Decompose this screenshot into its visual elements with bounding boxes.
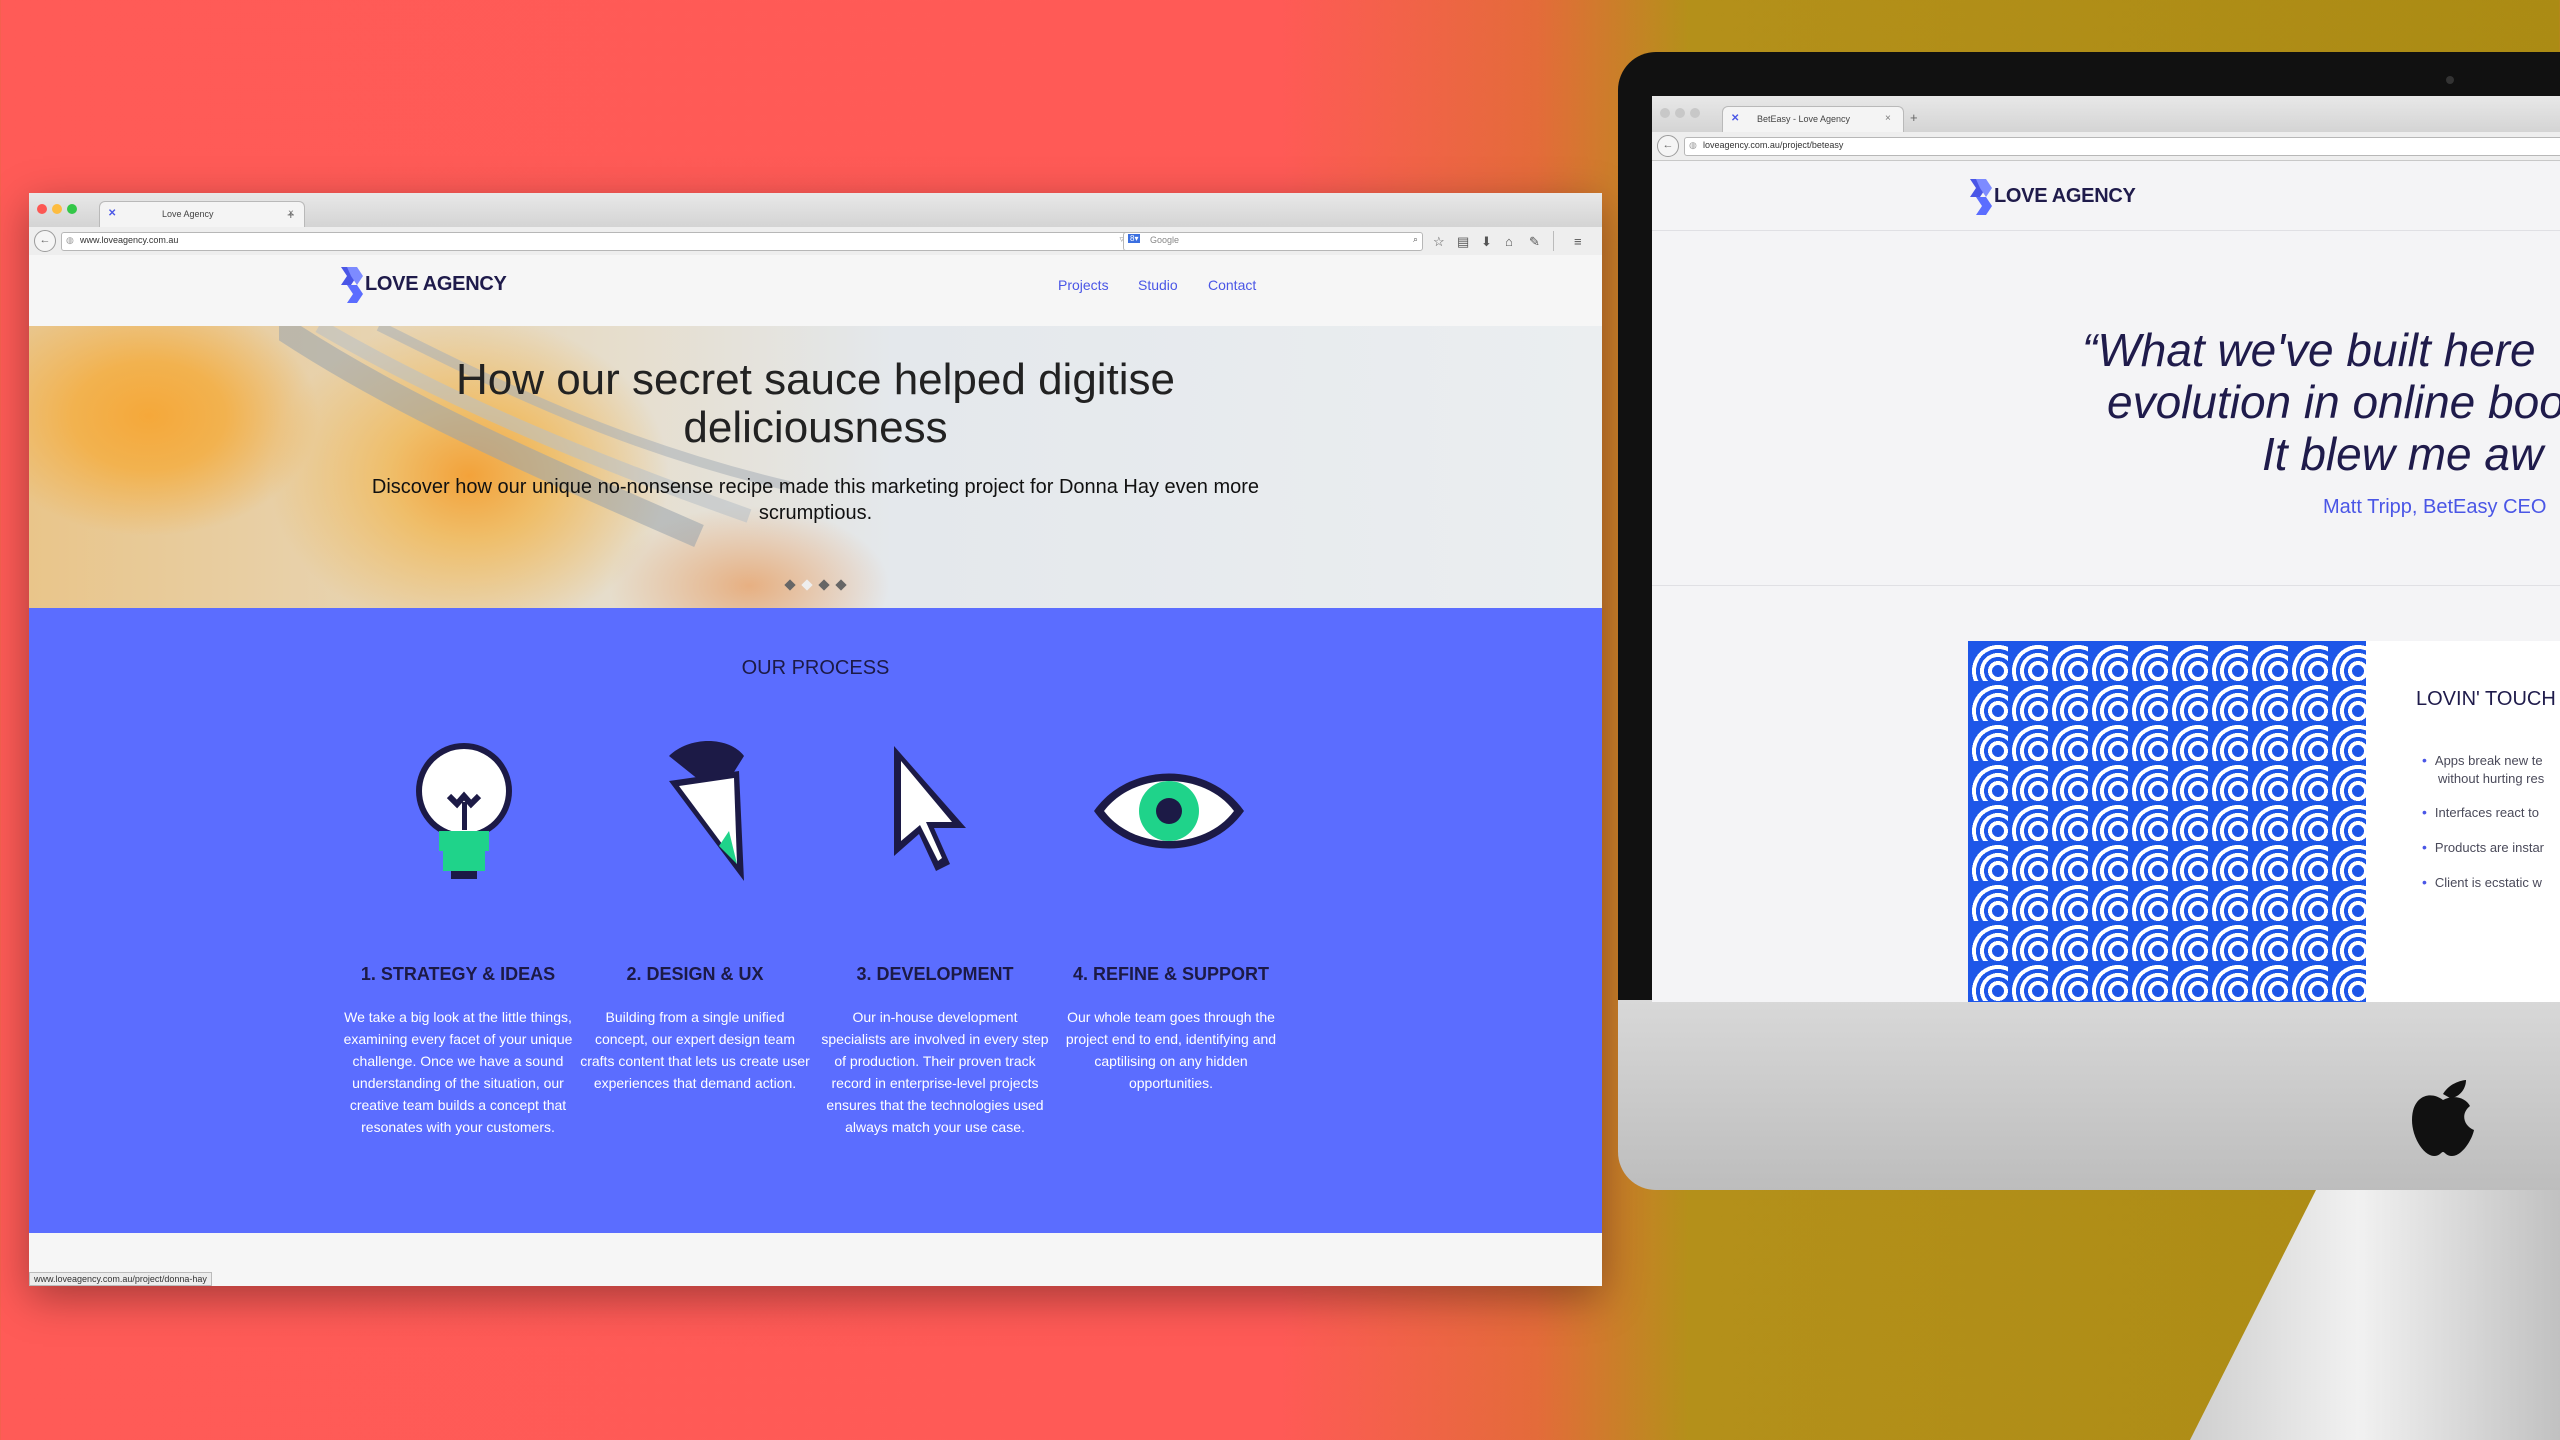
right-address-bar[interactable]: ◍ loveagency.com.au/project/beteasy bbox=[1684, 137, 2560, 156]
right-globe-icon: ◍ bbox=[1689, 140, 1697, 150]
right-tab-favicon-icon: ✕ bbox=[1731, 113, 1740, 124]
bullet-item: Interfaces react to bbox=[2422, 804, 2539, 820]
hero-banner: How our secret sauce helped digitise del… bbox=[29, 326, 1602, 608]
new-tab-button[interactable]: + bbox=[287, 207, 295, 222]
slide-dot-4[interactable] bbox=[835, 579, 847, 591]
home-icon[interactable]: ⌂ bbox=[1505, 234, 1513, 249]
globe-icon: ◍ bbox=[66, 235, 74, 245]
download-icon[interactable]: ⬇ bbox=[1481, 234, 1492, 250]
bookmarks-list-icon[interactable]: ▤ bbox=[1457, 234, 1469, 250]
right-url-text: loveagency.com.au/project/beteasy bbox=[1703, 140, 1844, 150]
maximize-window-button[interactable] bbox=[67, 204, 77, 214]
bullet-item: Products are instar bbox=[2422, 839, 2544, 855]
right-back-button[interactable]: ← bbox=[1657, 135, 1679, 157]
right-tab-close-icon[interactable]: × bbox=[1885, 113, 1891, 124]
slide-dot-2[interactable] bbox=[801, 579, 813, 591]
right-toolbar: ← ◍ loveagency.com.au/project/beteasy bbox=[1652, 132, 2560, 161]
bullet-item: Client is ecstatic w bbox=[2422, 874, 2542, 890]
status-bar-url: www.loveagency.com.au/project/donna-hay bbox=[29, 1272, 212, 1286]
nav-link-projects[interactable]: Projects bbox=[1058, 277, 1109, 293]
search-placeholder: Google bbox=[1150, 235, 1180, 245]
search-icon[interactable]: ⌕ bbox=[1413, 234, 1418, 245]
pattern-image bbox=[1968, 641, 2366, 1002]
paintbrush-icon bbox=[659, 736, 759, 891]
step-3-title: 3. DEVELOPMENT bbox=[856, 964, 1014, 984]
bullet-item-continued: without hurting res bbox=[2438, 771, 2545, 786]
eye-icon bbox=[1089, 756, 1249, 871]
search-engine-icon[interactable]: 8▾ bbox=[1128, 234, 1141, 243]
menu-icon[interactable]: ≡ bbox=[1574, 234, 1582, 249]
browser-tab[interactable]: ✕ Love Agency × bbox=[99, 201, 305, 228]
logo-mark-icon[interactable] bbox=[339, 267, 367, 303]
quote-author: Matt Tripp, BetEasy CEO bbox=[2323, 496, 2547, 518]
bookmark-star-icon[interactable]: ☆ bbox=[1433, 234, 1445, 250]
section-title: LOVIN' TOUCH bbox=[2416, 688, 2556, 710]
hero-subtitle: Discover how our unique no-nonsense reci… bbox=[371, 476, 1260, 524]
minimize-window-button[interactable] bbox=[52, 204, 62, 214]
nav-link-studio[interactable]: Studio bbox=[1138, 277, 1178, 293]
right-browser-tab[interactable]: ✕ BetEasy - Love Agency × bbox=[1722, 106, 1904, 133]
address-bar[interactable]: ◍ www.loveagency.com.au ▿ ↻ bbox=[61, 232, 1145, 251]
camera-icon bbox=[2446, 76, 2454, 84]
step-3-text: Our in-house development specialists are… bbox=[821, 1009, 1049, 1135]
bullet-item: Apps break new te bbox=[2422, 752, 2543, 768]
hero-title: How our secret sauce helped digitise del… bbox=[455, 355, 1176, 452]
quote-line-3: It blew me aw bbox=[2262, 428, 2544, 480]
search-input[interactable]: 8▾ Google ⌕ bbox=[1123, 232, 1423, 251]
imac-stand bbox=[2190, 1190, 2560, 1440]
slide-dot-3[interactable] bbox=[818, 579, 830, 591]
titlebar: ✕ Love Agency × + bbox=[29, 193, 1602, 228]
step-4-text: Our whole team goes through the project … bbox=[1065, 1009, 1277, 1091]
lightbulb-icon bbox=[409, 736, 519, 891]
right-minimize-window-button[interactable] bbox=[1675, 108, 1685, 118]
process-section: OUR PROCESS 1. STRATEGY & IDEAS 2. DESIG… bbox=[29, 608, 1602, 1233]
tab-title: Love Agency bbox=[162, 209, 214, 219]
back-button[interactable]: ← bbox=[34, 230, 56, 252]
extension-icon[interactable]: ✎ bbox=[1529, 234, 1540, 250]
tab-favicon-icon: ✕ bbox=[108, 208, 117, 219]
section-divider bbox=[1652, 585, 2560, 586]
close-window-button[interactable] bbox=[37, 204, 47, 214]
step-1-title: 1. STRATEGY & IDEAS bbox=[360, 964, 556, 984]
imac-chin bbox=[1618, 1000, 2560, 1190]
quote-line-2: evolution in online boo bbox=[2107, 376, 2560, 428]
toolbar: ← ◍ www.loveagency.com.au ▿ ↻ 8▾ Google … bbox=[29, 227, 1602, 256]
quote-line-1: “What we've built here bbox=[2082, 324, 2536, 376]
left-browser-window: ✕ Love Agency × + ← ◍ www.loveagency.com… bbox=[29, 193, 1602, 1286]
right-close-window-button[interactable] bbox=[1660, 108, 1670, 118]
step-1-text: We take a big look at the little things,… bbox=[343, 1009, 573, 1135]
cursor-icon bbox=[884, 736, 974, 891]
right-new-tab-button[interactable]: + bbox=[1910, 110, 1918, 125]
step-4-title: 4. REFINE & SUPPORT bbox=[1072, 964, 1270, 984]
process-title: OUR PROCESS bbox=[741, 657, 890, 679]
site-header: LOVE AGENCY Projects Studio Contact bbox=[29, 255, 1602, 320]
right-browser-window: ✕ BetEasy - Love Agency × + ← ◍ loveagen… bbox=[1652, 96, 2560, 1002]
right-titlebar: ✕ BetEasy - Love Agency × + bbox=[1652, 96, 2560, 133]
url-text: www.loveagency.com.au bbox=[80, 235, 179, 245]
toolbar-divider bbox=[1553, 231, 1554, 251]
step-2-title: 2. DESIGN & UX bbox=[626, 964, 764, 984]
header-divider bbox=[1652, 230, 2560, 231]
step-2-text: Building from a single unified concept, … bbox=[580, 1009, 810, 1091]
nav-link-contact[interactable]: Contact bbox=[1208, 277, 1256, 293]
right-maximize-window-button[interactable] bbox=[1690, 108, 1700, 118]
logo-text[interactable]: LOVE AGENCY bbox=[365, 273, 507, 296]
right-tab-title: BetEasy - Love Agency bbox=[1757, 114, 1851, 124]
right-logo-mark-icon[interactable] bbox=[1968, 179, 1996, 215]
right-logo-text[interactable]: LOVE AGENCY bbox=[1994, 185, 2136, 208]
apple-logo-icon bbox=[2412, 1080, 2474, 1156]
